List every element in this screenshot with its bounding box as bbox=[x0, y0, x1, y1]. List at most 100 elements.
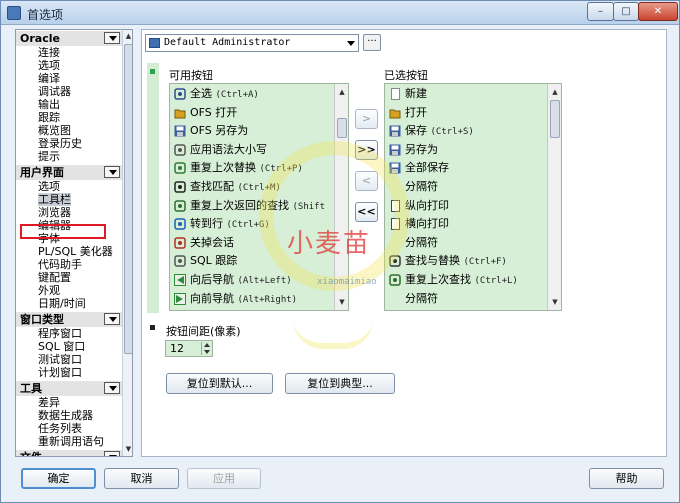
redo-find-icon bbox=[174, 199, 186, 212]
list-item[interactable]: 全选 (Ctrl+A) bbox=[172, 86, 259, 102]
list-item-label: 打开 bbox=[405, 105, 427, 119]
list-item[interactable]: OFS 打开 bbox=[172, 105, 237, 121]
category-item[interactable]: 计划窗口 bbox=[38, 366, 82, 379]
apply-button[interactable]: 应用 bbox=[187, 468, 261, 489]
list-item-label: 横向打印 bbox=[405, 217, 449, 231]
category-item[interactable]: 数据生成器 bbox=[38, 409, 93, 422]
list-item-label: 全部保存 bbox=[405, 161, 449, 175]
scroll-up-icon[interactable]: ▲ bbox=[124, 31, 132, 42]
list-item[interactable]: OFS 另存为 bbox=[172, 123, 248, 139]
category-header[interactable]: 工具 bbox=[16, 381, 122, 396]
category-item[interactable]: 任务列表 bbox=[38, 422, 82, 435]
category-header[interactable]: 用户界面 bbox=[16, 165, 122, 180]
redo-find-icon bbox=[389, 274, 401, 286]
category-item[interactable]: 浏览器 bbox=[38, 206, 71, 219]
list-item-label: 新建 bbox=[405, 87, 427, 100]
category-item[interactable]: 日期/时间 bbox=[38, 297, 86, 310]
list-item-shortcut: (Ctrl+L) bbox=[474, 276, 518, 286]
scroll-up-icon[interactable]: ▲ bbox=[338, 88, 346, 96]
category-item[interactable]: 重新调用语句 bbox=[38, 435, 104, 448]
available-label: 可用按钮 bbox=[169, 69, 213, 82]
list-item[interactable]: 打开 bbox=[387, 105, 427, 121]
category-item[interactable]: 调试器 bbox=[38, 85, 71, 98]
chevron-down-icon[interactable] bbox=[104, 451, 120, 456]
spin-arrows-icon[interactable] bbox=[201, 342, 211, 355]
list-item[interactable]: 新建 bbox=[387, 86, 427, 102]
scroll-up-icon[interactable]: ▲ bbox=[551, 88, 559, 96]
chevron-down-icon[interactable] bbox=[104, 32, 120, 44]
goto-line-icon bbox=[174, 218, 186, 230]
profile-select[interactable]: Default Administrator bbox=[145, 34, 359, 52]
category-item[interactable]: 程序窗口 bbox=[38, 327, 82, 340]
scroll-down-icon[interactable]: ▼ bbox=[338, 298, 346, 306]
category-item[interactable]: 差异 bbox=[38, 396, 60, 409]
help-button[interactable]: 帮助 bbox=[589, 468, 664, 489]
category-item[interactable]: 代码助手 bbox=[38, 258, 82, 271]
list-item[interactable]: 关掉会话 bbox=[172, 235, 234, 251]
spacing-spinner[interactable]: 12 bbox=[165, 340, 213, 357]
list-item[interactable]: 分隔符 bbox=[387, 291, 438, 307]
category-item[interactable]: 概览图 bbox=[38, 124, 71, 137]
chevron-down-icon[interactable] bbox=[104, 382, 120, 394]
profile-value: Default Administrator bbox=[164, 37, 291, 48]
category-header[interactable]: 窗口类型 bbox=[16, 312, 122, 327]
scroll-down-icon[interactable]: ▼ bbox=[124, 444, 132, 455]
selected-scrollbar[interactable]: ▲ ▼ bbox=[547, 84, 561, 310]
list-item-label: 重复上次查找 bbox=[405, 273, 471, 286]
category-item[interactable]: 选项 bbox=[38, 59, 60, 72]
list-item[interactable]: 转到行 (Ctrl+G) bbox=[172, 216, 270, 232]
scroll-thumb[interactable] bbox=[337, 118, 347, 138]
list-item[interactable]: SQL 跟踪 bbox=[172, 253, 237, 269]
add-button[interactable]: > bbox=[355, 109, 378, 129]
selected-buttons-list[interactable]: 分隔符 重复上次查找 (Ctrl+L) 查找与替换 (Ctrl+F) 分隔符 横向打印纵… bbox=[384, 83, 562, 311]
scroll-thumb[interactable] bbox=[550, 100, 560, 138]
list-item-label: 纵向打印 bbox=[405, 198, 449, 212]
spacing-label: 按钮间距(像素) bbox=[166, 325, 241, 338]
category-item[interactable]: 提示 bbox=[38, 150, 60, 163]
maximize-button[interactable]: □ bbox=[613, 2, 639, 21]
list-item[interactable]: 应用语法大小写 bbox=[172, 142, 267, 158]
category-item[interactable]: 登录历史 bbox=[38, 137, 82, 150]
chevron-down-icon[interactable] bbox=[104, 313, 120, 325]
category-panel: ▲ ▼ Oracle 连接 选项 编译 调试器 输出 跟踪 概览图 登录历史 提示 用户界面 选项 工具… bbox=[15, 29, 133, 457]
category-header[interactable]: Oracle bbox=[16, 31, 122, 46]
list-item-label: 保存 bbox=[405, 124, 427, 138]
category-item[interactable]: 测试窗口 bbox=[38, 353, 82, 366]
reset-default-button[interactable]: 复位到默认... bbox=[166, 373, 273, 394]
redo-replace-icon bbox=[174, 162, 186, 175]
category-item[interactable]: 外观 bbox=[38, 284, 60, 297]
category-label: 文件 bbox=[20, 451, 42, 456]
category-item[interactable]: 连接 bbox=[38, 46, 60, 59]
chevron-down-icon[interactable] bbox=[104, 166, 120, 178]
list-item-label: 分隔符 bbox=[405, 235, 438, 249]
list-item-label: 向前导航 bbox=[190, 291, 234, 305]
list-item[interactable]: 向后导航 (Alt+Left) bbox=[172, 272, 292, 288]
list-item-shortcut: (Alt+Right) bbox=[237, 294, 298, 305]
minimize-button[interactable]: – bbox=[587, 2, 614, 21]
ok-button[interactable]: 确定 bbox=[21, 468, 96, 489]
reset-typical-button[interactable]: 复位到典型... bbox=[285, 373, 395, 394]
list-item[interactable]: 查找与替换 (Ctrl+F) bbox=[387, 253, 507, 269]
category-header[interactable]: 文件 bbox=[16, 450, 122, 456]
list-item[interactable]: 向前导航 (Alt+Right) bbox=[172, 291, 297, 307]
watermark-ring bbox=[259, 141, 409, 291]
list-item[interactable]: 保存 (Ctrl+S) bbox=[387, 123, 474, 139]
close-button[interactable]: ✕ bbox=[638, 2, 678, 21]
list-item-label: 转到行 bbox=[190, 217, 223, 231]
list-item-label: OFS 另存为 bbox=[190, 124, 249, 138]
category-item[interactable]: 选项 bbox=[38, 180, 60, 193]
category-item[interactable]: 工具栏 bbox=[38, 193, 71, 206]
category-item[interactable]: PL/SQL 美化器 bbox=[38, 245, 113, 258]
list-item[interactable]: 另存为 bbox=[387, 142, 438, 158]
category-scrollbar[interactable]: ▲ ▼ bbox=[122, 30, 132, 456]
category-item[interactable]: SQL 窗口 bbox=[38, 340, 85, 353]
category-item[interactable]: 跟踪 bbox=[38, 111, 60, 124]
scroll-down-icon[interactable]: ▼ bbox=[551, 298, 559, 306]
category-item[interactable]: 输出 bbox=[38, 98, 60, 111]
category-item[interactable]: 编译 bbox=[38, 72, 60, 85]
profile-more-button[interactable]: ··· bbox=[363, 34, 381, 51]
list-item[interactable]: 重复上次查找 (Ctrl+L) bbox=[387, 272, 518, 288]
scroll-thumb[interactable] bbox=[124, 44, 132, 354]
cancel-button[interactable]: 取消 bbox=[104, 468, 179, 489]
category-item[interactable]: 键配置 bbox=[38, 271, 71, 284]
